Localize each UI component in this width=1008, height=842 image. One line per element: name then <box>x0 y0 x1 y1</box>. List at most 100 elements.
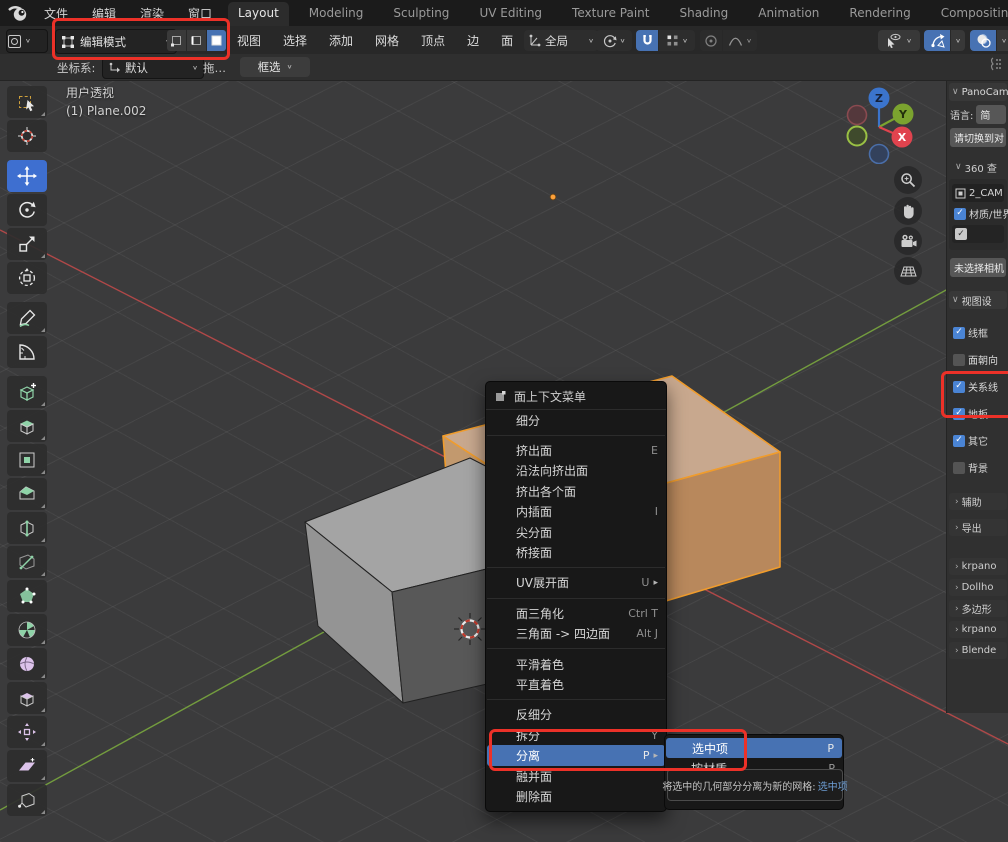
tool-edge-slide-button[interactable] <box>7 682 47 714</box>
tool-extrude-button[interactable] <box>7 410 47 442</box>
editor-type-button[interactable]: ∨ <box>6 29 48 53</box>
tool-bevel-button[interactable] <box>7 478 47 510</box>
tool-shrink-fatten-button[interactable] <box>7 716 47 748</box>
checkbox-floor[interactable]: ✓ 地板 <box>953 404 1006 423</box>
tool-scale-button[interactable] <box>7 228 47 260</box>
tool-rotate-button[interactable] <box>7 194 47 226</box>
menu-view[interactable]: 视图 <box>226 32 272 49</box>
menu-item-triangulate[interactable]: 面三角化Ctrl T <box>486 603 666 623</box>
tab-rendering[interactable]: Rendering <box>839 2 920 26</box>
menu-select[interactable]: 选择 <box>272 32 318 49</box>
blender-logo-icon[interactable] <box>7 3 29 23</box>
submenu-item-selection[interactable]: 选中项 P <box>666 738 842 758</box>
camera-view-button[interactable] <box>894 227 922 255</box>
menu-item-uv-unwrap[interactable]: UV展开面U▸ <box>486 573 666 593</box>
menu-add[interactable]: 添加 <box>318 32 364 49</box>
coordinate-system-dropdown[interactable]: 默认 ∨ <box>102 57 204 79</box>
panel-auxiliary[interactable]: › 辅助 <box>949 493 1007 510</box>
menu-vertex[interactable]: 顶点 <box>410 32 456 49</box>
proportional-editing-button[interactable] <box>700 30 722 51</box>
menu-item-split[interactable]: 拆分Y <box>486 725 666 745</box>
menu-item-tris-to-quads[interactable]: 三角面 -> 四边面Alt J <box>486 624 666 644</box>
menu-face[interactable]: 面 <box>490 32 524 49</box>
menu-item-unsubdivide[interactable]: 反细分 <box>486 705 666 725</box>
overlays-dropdown[interactable]: ∨ <box>997 30 1008 51</box>
region-handle-icon[interactable] <box>988 56 1002 72</box>
select-box-dropdown[interactable]: 框选 ∨ <box>240 57 310 77</box>
camera-selector[interactable]: 2_CAM <box>952 184 1004 202</box>
no-camera-button[interactable]: 未选择相机 <box>950 258 1006 277</box>
tab-compositing[interactable]: Compositing <box>931 2 1008 26</box>
tool-inset-button[interactable] <box>7 444 47 476</box>
switch-language-button[interactable]: 请切换到对 <box>950 128 1006 147</box>
snap-toggle-button[interactable] <box>636 30 658 51</box>
sub-option-checkbox[interactable]: ✓ <box>955 228 967 240</box>
menu-window[interactable]: 窗口 <box>176 5 224 22</box>
menu-file[interactable]: 文件 <box>32 5 80 22</box>
checkbox-wireframe[interactable]: ✓ 线框 <box>953 323 1006 342</box>
menu-edit[interactable]: 编辑 <box>80 5 128 22</box>
tool-move-button[interactable] <box>7 160 47 192</box>
panel-dollhouse[interactable]: › Dollho <box>949 579 1007 596</box>
axis-neg-x-ball[interactable] <box>848 106 867 125</box>
tool-transform-button[interactable] <box>7 262 47 294</box>
transform-orientation-dropdown[interactable]: 全局 ∨ <box>524 30 598 51</box>
tool-rip-region-button[interactable] <box>7 784 47 816</box>
navigation-gizmo[interactable]: Z Y X <box>845 86 917 164</box>
language-dropdown[interactable]: 简 <box>976 105 1006 124</box>
menu-render[interactable]: 渲染 <box>128 5 176 22</box>
menu-item-shade-smooth[interactable]: 平滑着色 <box>486 654 666 674</box>
menu-item-separate[interactable]: 分离P▸ <box>487 745 665 765</box>
tool-shear-button[interactable] <box>7 750 47 782</box>
section-view-settings-header[interactable]: ∨ 视图设 <box>949 291 1007 309</box>
tool-cursor-button[interactable] <box>7 120 47 152</box>
tool-smooth-button[interactable] <box>7 648 47 680</box>
tool-knife-button[interactable] <box>7 546 47 578</box>
tool-loop-cut-button[interactable] <box>7 512 47 544</box>
panel-polygon[interactable]: › 多边形 <box>949 600 1007 617</box>
section-360-header[interactable]: ∨ 360 查 <box>949 159 1007 175</box>
snap-target-dropdown[interactable]: ∨ <box>659 30 695 51</box>
checkbox-background[interactable]: ✓ 背景 <box>953 458 1006 477</box>
tool-annotate-button[interactable] <box>7 302 47 334</box>
menu-item-bridge-faces[interactable]: 桥接面 <box>486 542 666 562</box>
tool-poly-build-button[interactable] <box>7 580 47 612</box>
checkbox-relationship-lines[interactable]: ✓ 关系线 <box>953 377 1006 396</box>
mode-dropdown[interactable]: 编辑模式 ∨ <box>55 29 177 54</box>
axis-neg-z-ball[interactable] <box>870 145 889 164</box>
tool-add-cube-button[interactable] <box>7 376 47 408</box>
object-visibility-dropdown[interactable]: ∨ <box>878 30 920 51</box>
vertex-select-button[interactable] <box>167 30 186 51</box>
tool-spin-button[interactable] <box>7 614 47 646</box>
menu-item-subdivide[interactable]: 细分 <box>486 410 666 430</box>
panel-panocam-header[interactable]: ∨ PanoCam <box>949 83 1007 101</box>
menu-item-extrude-faces[interactable]: 挤出面E <box>486 440 666 460</box>
tab-sculpting[interactable]: Sculpting <box>383 2 459 26</box>
menu-item-delete-faces[interactable]: 删除面 <box>486 786 666 806</box>
tab-uv-editing[interactable]: UV Editing <box>469 2 552 26</box>
menu-item-inset-faces[interactable]: 内插面I <box>486 502 666 522</box>
tab-modeling[interactable]: Modeling <box>299 2 374 26</box>
overlays-toggle-button[interactable] <box>970 30 996 51</box>
face-select-button[interactable] <box>207 30 226 51</box>
pivot-point-dropdown[interactable]: ∨ <box>596 30 632 51</box>
menu-item-extrude-individual[interactable]: 挤出各个面 <box>486 481 666 501</box>
drag-label[interactable]: 拖… <box>203 60 226 76</box>
ortho-toggle-button[interactable] <box>894 257 922 285</box>
menu-edge[interactable]: 边 <box>456 32 490 49</box>
falloff-dropdown[interactable]: ∨ <box>723 30 757 51</box>
checkbox-face-orientation[interactable]: ✓ 面朝向 <box>953 350 1006 369</box>
material-world-checkbox-row[interactable]: ✓ 材质/世界 <box>954 206 1002 221</box>
gizmos-toggle-button[interactable] <box>924 30 950 51</box>
panel-krpano-1[interactable]: › krpano <box>949 558 1007 575</box>
panel-blender[interactable]: › Blende <box>949 642 1007 659</box>
zoom-view-button[interactable] <box>894 166 922 194</box>
pan-view-button[interactable] <box>894 197 922 225</box>
checkbox-other[interactable]: ✓ 其它 <box>953 431 1006 450</box>
tab-texture-paint[interactable]: Texture Paint <box>562 2 659 26</box>
menu-item-poke-faces[interactable]: 尖分面 <box>486 522 666 542</box>
tab-animation[interactable]: Animation <box>748 2 829 26</box>
tab-shading[interactable]: Shading <box>669 2 738 26</box>
tool-measure-button[interactable] <box>7 336 47 368</box>
gizmos-dropdown[interactable]: ∨ <box>951 30 965 51</box>
